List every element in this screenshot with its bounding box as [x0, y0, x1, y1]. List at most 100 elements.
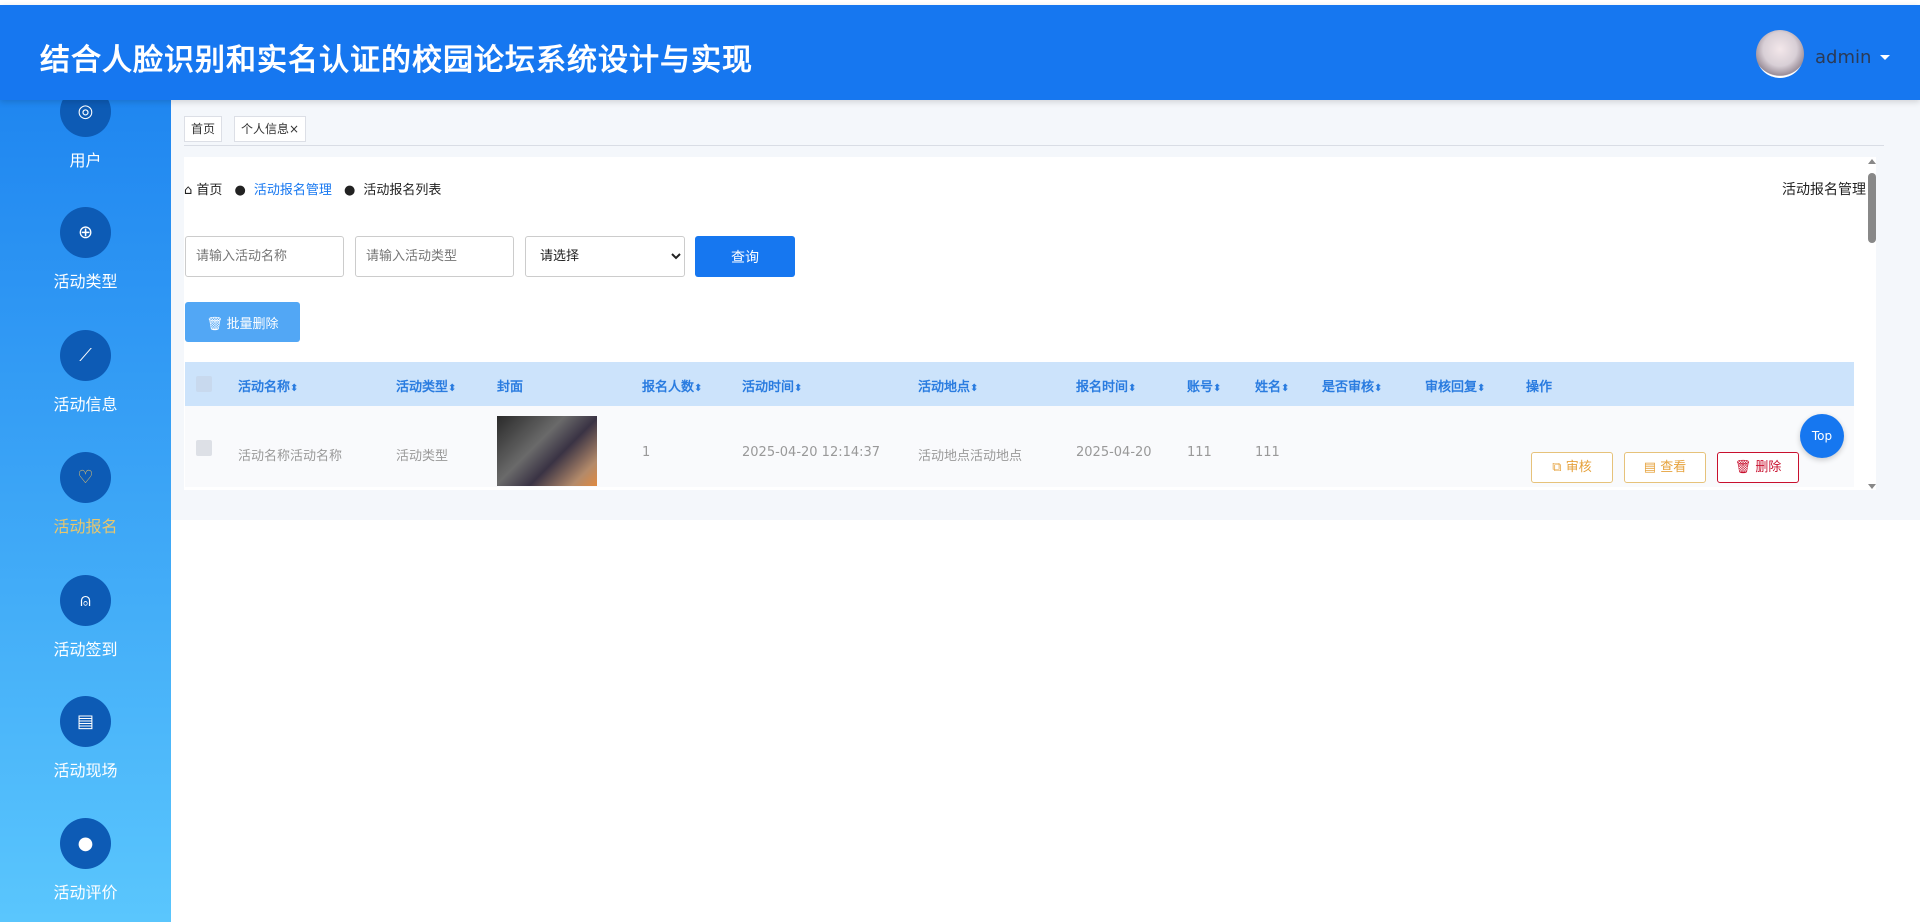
audit-icon: ⧉ [1552, 460, 1566, 475]
breadcrumb: ⌂ 首页 ● 活动报名管理 ● 活动报名列表 [184, 179, 441, 198]
user-check-icon: ⍝ [60, 575, 111, 626]
audit-select[interactable]: 请选择 [525, 236, 685, 277]
column-header[interactable]: 活动时间⬍ [742, 376, 802, 395]
column-label: 是否审核 [1322, 380, 1375, 395]
document-icon: ▤ [1643, 460, 1661, 475]
column-header[interactable]: 是否审核⬍ [1322, 376, 1382, 395]
plus-circle-icon: ⊕ [60, 207, 111, 258]
heart-plus-icon: ♡ [60, 452, 111, 503]
page-title: 活动报名管理 [1782, 182, 1866, 198]
sidebar-item-label: 活动签到 [53, 640, 118, 659]
tab-profile[interactable]: 个人信息× [234, 116, 307, 142]
view-label: 查看 [1660, 460, 1687, 475]
chart-icon: ⟋ [60, 330, 111, 381]
delete-button[interactable]: 🗑 删除 [1717, 452, 1799, 483]
trash-icon: 🗑 [1734, 460, 1756, 475]
scrollbar[interactable] [1867, 159, 1877, 489]
column-header[interactable]: 报名人数⬍ [642, 376, 702, 395]
scroll-down-icon[interactable] [1868, 484, 1876, 489]
tab-label: 个人信息 [241, 122, 290, 136]
column-header[interactable]: 报名时间⬍ [1076, 376, 1136, 395]
sidebar-item-label: 活动评价 [53, 883, 118, 902]
cell-account: 111 [1187, 445, 1212, 460]
trash-icon: 🗑 [206, 315, 227, 331]
breadcrumb-home[interactable]: 首页 [196, 183, 222, 198]
batch-delete-button[interactable]: 🗑 批量删除 [185, 302, 300, 342]
scroll-up-icon[interactable] [1868, 159, 1876, 164]
activity-type-input[interactable] [355, 236, 514, 277]
column-label: 报名人数 [642, 380, 695, 395]
comment-icon: ● [60, 818, 111, 869]
cell-realname: 111 [1255, 445, 1280, 460]
column-header[interactable]: 审核回复⬍ [1425, 376, 1485, 395]
column-label: 活动类型 [396, 380, 449, 395]
column-label: 封面 [497, 380, 524, 395]
sidebar-item-3[interactable]: ♡ 活动报名 [0, 452, 171, 537]
column-header[interactable]: 活动名称⬍ [238, 376, 298, 395]
column-header[interactable]: 活动地点⬍ [918, 376, 978, 395]
query-button[interactable]: 查询 [695, 236, 795, 277]
cell-place: 活动地点活动地点 [918, 449, 1023, 464]
sidebar-item-label: 活动报名 [53, 517, 118, 536]
column-header[interactable]: 活动类型⬍ [396, 376, 456, 395]
cell-name: 活动名称活动名称 [238, 449, 343, 464]
view-button[interactable]: ▤ 查看 [1624, 452, 1706, 483]
column-header[interactable]: 姓名⬍ [1255, 376, 1289, 395]
sort-icon[interactable]: ⬍ [1213, 383, 1221, 394]
tab-home[interactable]: 首页 [184, 116, 223, 142]
app-title: 结合人脸识别和实名认证的校园论坛系统设计与实现 [40, 43, 753, 78]
select-all-checkbox[interactable] [196, 376, 212, 392]
column-header: 封面 [497, 376, 523, 395]
sidebar-item-6[interactable]: ● 活动评价 [0, 818, 171, 903]
top-header: 结合人脸识别和实名认证的校园论坛系统设计与实现 admin [0, 5, 1920, 100]
delete-label: 删除 [1755, 460, 1782, 475]
sidebar-item-2[interactable]: ⟋ 活动信息 [0, 330, 171, 415]
sidebar-item-label: 活动类型 [53, 272, 118, 291]
sort-icon[interactable]: ⬍ [970, 383, 978, 394]
sort-icon[interactable]: ⬍ [1477, 383, 1485, 394]
sort-icon[interactable]: ⬍ [448, 383, 456, 394]
breadcrumb-section[interactable]: 活动报名管理 [254, 183, 332, 198]
column-label: 审核回复 [1425, 380, 1478, 395]
sidebar-item-label: 活动信息 [53, 395, 118, 414]
sidebar-item-label: 用户 [69, 151, 102, 170]
sidebar-item-5[interactable]: ▤ 活动现场 [0, 696, 171, 781]
breadcrumb-current: 活动报名列表 [363, 183, 442, 198]
column-label: 活动地点 [918, 380, 971, 395]
audit-button[interactable]: ⧉ 审核 [1531, 452, 1613, 483]
cell-time: 2025-04-20 12:14:37 [742, 445, 881, 460]
row-checkbox[interactable] [196, 440, 212, 456]
column-header[interactable]: 账号⬍ [1187, 376, 1221, 395]
column-label: 账号 [1187, 380, 1214, 395]
table-row: 活动名称活动名称 活动类型 1 2025-04-20 12:14:37 活动地点… [185, 406, 1854, 487]
divider [184, 145, 1884, 146]
notepad-icon: ▤ [60, 696, 111, 747]
sort-icon[interactable]: ⬍ [1281, 383, 1289, 394]
cell-type: 活动类型 [396, 449, 449, 464]
scroll-thumb[interactable] [1868, 173, 1876, 243]
cover-image [497, 416, 597, 486]
sort-icon[interactable]: ⬍ [1128, 383, 1136, 394]
back-to-top-button[interactable]: Top [1800, 414, 1844, 458]
sidebar-item-4[interactable]: ⍝ 活动签到 [0, 575, 171, 660]
sidebar-item-label: 活动现场 [53, 761, 118, 780]
caret-down-icon[interactable] [1880, 55, 1890, 60]
activity-name-input[interactable] [185, 236, 344, 277]
username[interactable]: admin [1815, 47, 1871, 68]
sort-icon[interactable]: ⬍ [1374, 383, 1382, 394]
cell-count: 1 [642, 445, 651, 460]
sidebar: ◎ 用户 ⊕ 活动类型 ⟋ 活动信息 ♡ 活动报名 ⍝ 活动签到 ▤ 活动现场 ● 活动评价 [0, 86, 171, 922]
sidebar-item-1[interactable]: ⊕ 活动类型 [0, 207, 171, 292]
column-label: 报名时间 [1076, 380, 1129, 395]
table-header: 活动名称⬍ 活动类型⬍ 封面 报名人数⬍ 活动时间⬍ 活动地点⬍ 报名时间⬍ 账号⬍ 姓名⬍ 是否… [185, 362, 1854, 406]
column-header: 操作 [1526, 376, 1552, 395]
separator: ● [234, 183, 246, 198]
batch-delete-label: 批量删除 [226, 315, 279, 331]
sort-icon[interactable]: ⬍ [290, 383, 298, 394]
sort-icon[interactable]: ⬍ [694, 383, 702, 394]
avatar[interactable] [1756, 30, 1804, 78]
cell-signup-time: 2025-04-20 [1076, 445, 1152, 460]
sort-icon[interactable]: ⬍ [794, 383, 802, 394]
close-icon[interactable]: × [289, 122, 299, 136]
separator: ● [344, 183, 356, 198]
